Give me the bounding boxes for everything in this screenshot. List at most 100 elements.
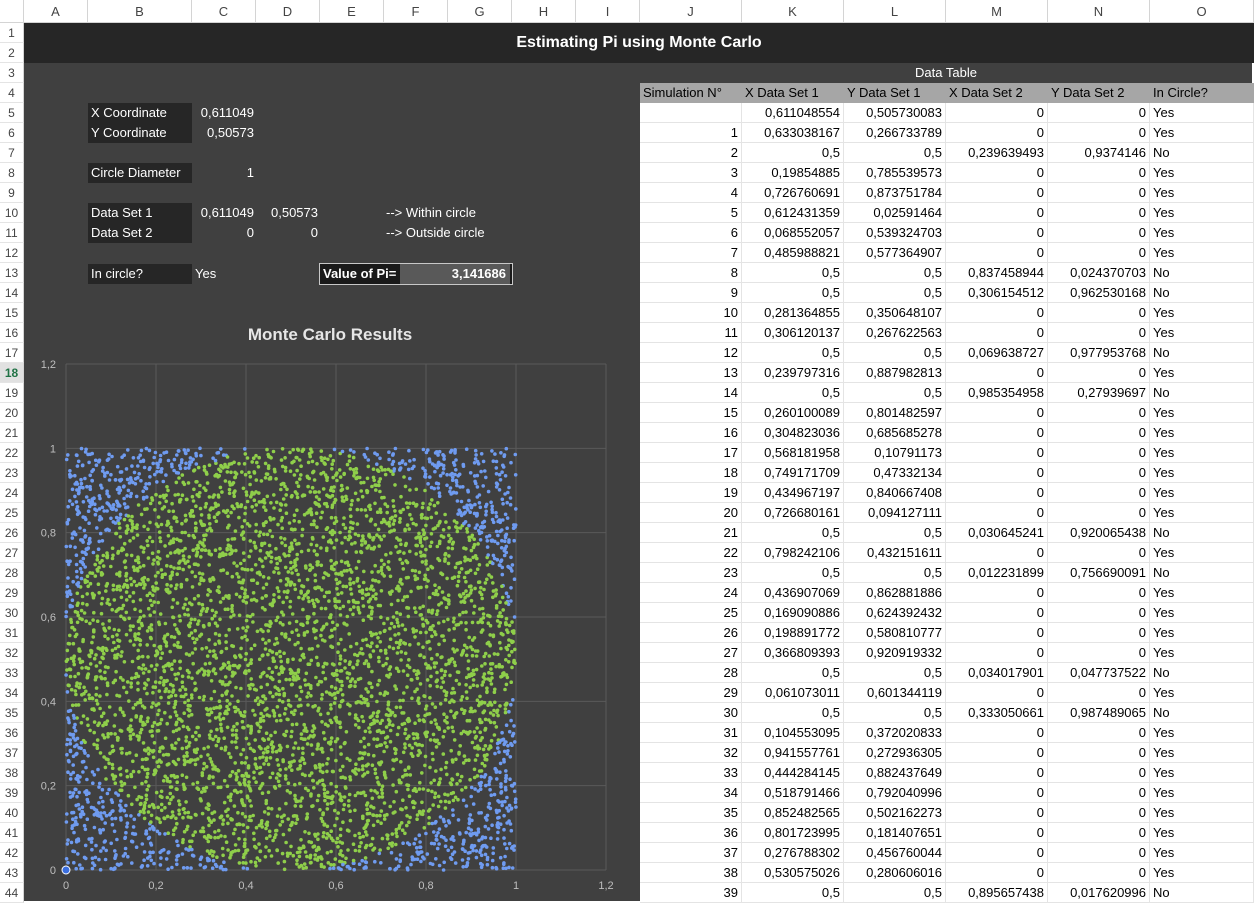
point-inside-circle [363,662,367,666]
point-inside-circle [155,587,159,591]
row-header-15[interactable]: 15 [0,303,24,323]
column-header-e[interactable]: E [320,0,384,23]
point-inside-circle [293,473,297,477]
data-set-2-y[interactable]: 0 [256,223,318,243]
circle-diameter-value[interactable]: 1 [192,163,254,183]
row-header-24[interactable]: 24 [0,483,24,503]
column-header-i[interactable]: I [576,0,640,23]
point-inside-circle [338,531,342,535]
point-inside-circle [346,828,350,832]
column-header-n[interactable]: N [1048,0,1150,23]
in-circle-value[interactable]: Yes [195,264,216,284]
column-header-h[interactable]: H [512,0,576,23]
row-header-18[interactable]: 18 [0,363,24,383]
row-header-5[interactable]: 5 [0,103,24,123]
column-header-m[interactable]: M [946,0,1048,23]
row-header-21[interactable]: 21 [0,423,24,443]
row-header-12[interactable]: 12 [0,243,24,263]
select-all-corner[interactable] [0,0,24,23]
data-set-1-x[interactable]: 0,611049 [192,203,254,223]
point-inside-circle [448,674,452,678]
row-header-31[interactable]: 31 [0,623,24,643]
row-header-40[interactable]: 40 [0,803,24,823]
row-header-23[interactable]: 23 [0,463,24,483]
row-header-22[interactable]: 22 [0,443,24,463]
column-header-g[interactable]: G [448,0,512,23]
point-inside-circle [300,712,304,716]
point-inside-circle [406,673,410,677]
point-inside-circle [275,848,279,852]
data-set-1-y[interactable]: 0,50573 [256,203,318,223]
column-header-j[interactable]: J [640,0,742,23]
row-header-39[interactable]: 39 [0,783,24,803]
column-header-f[interactable]: F [384,0,448,23]
point-outside-circle [130,840,134,844]
row-header-28[interactable]: 28 [0,563,24,583]
row-header-2[interactable]: 2 [0,43,24,63]
row-header-27[interactable]: 27 [0,543,24,563]
pi-value[interactable]: 3,141686 [400,264,510,284]
point-inside-circle [191,651,195,655]
point-inside-circle [492,589,496,593]
monte-carlo-scatter-chart[interactable]: 000,20,20,40,40,60,60,80,8111,21,2 [24,348,636,898]
row-header-13[interactable]: 13 [0,263,24,283]
column-header-l[interactable]: L [844,0,946,23]
row-header-29[interactable]: 29 [0,583,24,603]
point-inside-circle [223,835,227,839]
row-header-41[interactable]: 41 [0,823,24,843]
x-coordinate-value[interactable]: 0,611049 [192,103,254,123]
row-header-7[interactable]: 7 [0,143,24,163]
row-header-37[interactable]: 37 [0,743,24,763]
row-header-35[interactable]: 35 [0,703,24,723]
point-inside-circle [340,591,344,595]
point-inside-circle [352,456,356,460]
row-header-30[interactable]: 30 [0,603,24,623]
point-inside-circle [135,753,139,757]
row-header-14[interactable]: 14 [0,283,24,303]
row-header-17[interactable]: 17 [0,343,24,363]
column-header-a[interactable]: A [24,0,88,23]
row-header-32[interactable]: 32 [0,643,24,663]
column-header-k[interactable]: K [742,0,844,23]
row-header-36[interactable]: 36 [0,723,24,743]
column-header-c[interactable]: C [192,0,256,23]
row-header-26[interactable]: 26 [0,523,24,543]
row-header-43[interactable]: 43 [0,863,24,883]
row-header-34[interactable]: 34 [0,683,24,703]
row-header-6[interactable]: 6 [0,123,24,143]
row-header-9[interactable]: 9 [0,183,24,203]
row-header-38[interactable]: 38 [0,763,24,783]
column-header-o[interactable]: O [1150,0,1254,23]
point-inside-circle [212,782,216,786]
row-header-3[interactable]: 3 [0,63,24,83]
point-inside-circle [129,628,133,632]
row-header-16[interactable]: 16 [0,323,24,343]
row-header-1[interactable]: 1 [0,23,24,43]
column-header-b[interactable]: B [88,0,192,23]
row-header-44[interactable]: 44 [0,883,24,903]
point-outside-circle [464,831,468,835]
row-header-42[interactable]: 42 [0,843,24,863]
data-set-2-x[interactable]: 0 [192,223,254,243]
y-coordinate-value[interactable]: 0,50573 [192,123,254,143]
column-header-d[interactable]: D [256,0,320,23]
row-header-20[interactable]: 20 [0,403,24,423]
point-outside-circle [442,818,446,822]
point-inside-circle [244,595,248,599]
row-header-4[interactable]: 4 [0,83,24,103]
row-header-10[interactable]: 10 [0,203,24,223]
row-header-8[interactable]: 8 [0,163,24,183]
point-outside-circle [484,505,488,509]
point-inside-circle [395,687,399,691]
point-inside-circle [263,810,267,814]
point-inside-circle [243,512,247,516]
point-inside-circle [461,611,465,615]
point-inside-circle [118,573,122,577]
row-header-11[interactable]: 11 [0,223,24,243]
row-header-19[interactable]: 19 [0,383,24,403]
point-inside-circle [274,829,278,833]
point-outside-circle [97,801,101,805]
point-inside-circle [279,502,283,506]
row-header-25[interactable]: 25 [0,503,24,523]
row-header-33[interactable]: 33 [0,663,24,683]
